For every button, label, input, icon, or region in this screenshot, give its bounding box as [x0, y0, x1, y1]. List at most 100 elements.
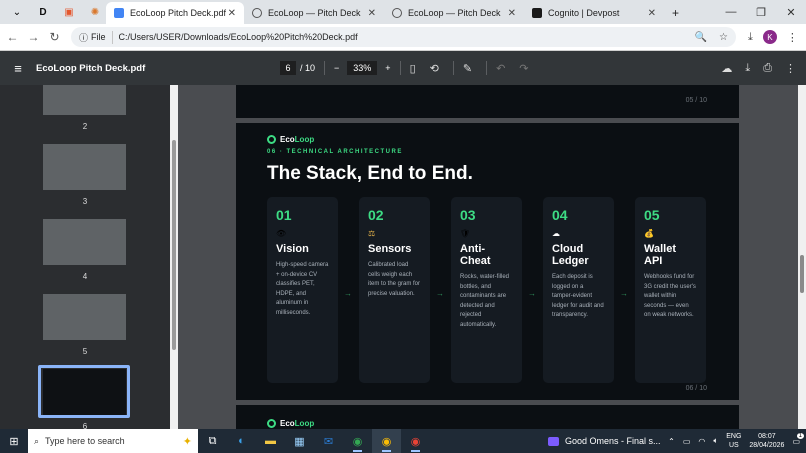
edge-icon[interactable]: ◐ — [227, 429, 256, 453]
print-icon[interactable]: ⎙ — [763, 62, 772, 75]
pinned-tab-app[interactable]: ▣ — [58, 3, 80, 21]
tab-devpost[interactable]: Cognito | Devpost ✕ — [524, 2, 664, 24]
chrome-profile-icon[interactable]: ◉ — [372, 429, 401, 453]
undo-icon[interactable]: ↶ — [496, 62, 505, 75]
pdf-document-area[interactable]: 05 / 10 Eco Loop 06 · TECHNICAL ARCHITECT… — [178, 85, 798, 429]
arrow-icon: → — [436, 289, 444, 298]
zoom-icon[interactable]: 🔍 — [695, 32, 707, 43]
tab-pitch-deck-2[interactable]: EcoLoop — Pitch Deck ✕ — [384, 2, 524, 24]
shield-icon: 🛡 — [460, 229, 471, 238]
new-tab-button[interactable]: + — [664, 2, 688, 24]
divider — [486, 61, 488, 75]
lang-bottom: US — [728, 442, 739, 449]
pdf-toolbar-right: ☁ ⤓ ⎙ ⋮ — [721, 62, 796, 75]
minimize-button[interactable]: — — [716, 6, 746, 18]
chevron-up-icon[interactable]: ⌃ — [668, 437, 675, 446]
card-description: Webhooks fund for 3G credit the user's w… — [644, 274, 696, 318]
tab-pitch-deck-1[interactable]: EcoLoop — Pitch Deck ✕ — [244, 2, 384, 24]
microsoft-store-icon[interactable]: ▦ — [285, 429, 314, 453]
hamburger-menu-icon[interactable]: ≡ — [0, 61, 36, 76]
pdf-toolbar: ≡ EcoLoop Pitch Deck.pdf 6 / 10 − 33% + … — [0, 51, 806, 85]
task-view-icon[interactable]: ⧉ — [198, 429, 227, 453]
bookmark-star-icon[interactable]: ☆ — [719, 32, 728, 43]
thumbnail-page-5[interactable] — [43, 294, 126, 340]
chrome-alt-profile-icon[interactable]: ◉ — [401, 429, 430, 453]
drive-save-icon[interactable]: ☁ — [721, 62, 732, 75]
sidebar-scroll-thumb[interactable] — [172, 140, 176, 350]
thumbnail-page-3[interactable] — [43, 144, 126, 190]
close-icon[interactable]: ✕ — [648, 8, 656, 19]
scale-icon: ⚖ — [368, 229, 376, 238]
media-widget[interactable]: Good Omens - Final s... — [548, 436, 661, 446]
download-pdf-icon[interactable]: ⤓ — [745, 62, 750, 75]
globe-icon — [252, 8, 262, 18]
card-number: 03 — [460, 207, 476, 223]
site-info-chip[interactable]: ⓘ File — [79, 30, 113, 44]
card-number: 05 — [644, 207, 660, 223]
tab-strip: ⌄ D ▣ ✺ EcoLoop Pitch Deck.pdf ✕ EcoLoop… — [0, 0, 806, 24]
windows-start-icon[interactable]: ⊞ — [0, 435, 28, 448]
forward-icon[interactable]: → — [23, 30, 44, 44]
notification-icon[interactable]: ▭ 1 — [792, 432, 804, 446]
tab-pdf[interactable]: EcoLoop Pitch Deck.pdf ✕ — [106, 2, 244, 24]
card-description: Each deposit is logged on a tamper-evide… — [552, 274, 604, 318]
tab-title: EcoLoop — Pitch Deck — [408, 8, 501, 18]
zoom-out-icon[interactable]: − — [334, 63, 339, 73]
annotate-icon[interactable]: ✎ — [463, 62, 472, 75]
media-app-icon — [548, 436, 559, 446]
close-icon[interactable]: ✕ — [228, 8, 236, 19]
close-icon[interactable]: ✕ — [508, 8, 516, 19]
close-icon[interactable]: ✕ — [368, 8, 376, 19]
card-number: 04 — [552, 207, 568, 223]
card-title: Wallet API — [644, 243, 676, 267]
stack-card-sensors: 02 ⚖ Sensors Calibrated load cells weigh… — [359, 197, 430, 383]
reload-icon[interactable]: ↻ — [44, 30, 65, 44]
thumbnail-page-6[interactable] — [43, 369, 126, 415]
slide-page-number: 06 / 10 — [685, 385, 707, 392]
thumbnail-label: 5 — [82, 347, 88, 356]
kebab-menu-icon[interactable]: ⋮ — [787, 31, 798, 44]
more-options-icon[interactable]: ⋮ — [785, 62, 796, 75]
rotate-icon[interactable]: ⟲ — [430, 62, 439, 75]
search-placeholder: Type here to search — [45, 436, 125, 446]
language-indicator[interactable]: ENG US — [726, 432, 741, 450]
file-explorer-icon[interactable]: ▬ — [256, 429, 285, 453]
zoom-input[interactable]: 33% — [347, 61, 378, 75]
zoom-in-icon[interactable]: + — [385, 63, 390, 73]
document-scroll-thumb[interactable] — [800, 255, 804, 293]
cloud-icon: ☁ — [552, 229, 560, 238]
slide-page-5: 05 / 10 — [236, 85, 739, 118]
slide-page-7: Eco Loop — [236, 405, 739, 429]
maximize-button[interactable]: ❐ — [746, 6, 776, 19]
address-bar[interactable]: ⓘ File C:/Users/USER/Downloads/EcoLoop%2… — [71, 27, 736, 47]
back-icon[interactable]: ← — [2, 30, 23, 44]
url-text[interactable]: C:/Users/USER/Downloads/EcoLoop%20Pitch%… — [119, 32, 358, 42]
card-title: Anti-Cheat — [460, 243, 491, 267]
page-number-input[interactable]: 6 — [280, 61, 296, 75]
arrow-icon: → — [528, 289, 536, 298]
sidebar-scrollbar[interactable] — [170, 85, 178, 429]
globe-icon — [392, 8, 402, 18]
fit-page-icon[interactable]: ▯ — [410, 62, 416, 75]
outlook-icon[interactable]: ✉ — [314, 429, 343, 453]
profile-avatar[interactable]: K — [762, 30, 777, 44]
clock[interactable]: 08:07 28/04/2026 — [749, 432, 784, 450]
tab-search-button[interactable]: ⌄ — [6, 3, 28, 21]
volume-icon[interactable]: 🔈︎ — [713, 436, 718, 446]
wifi-icon[interactable]: ◠ — [698, 437, 705, 446]
close-window-button[interactable]: ✕ — [776, 6, 806, 19]
chrome-icon[interactable]: ◉ — [343, 429, 372, 453]
redo-icon[interactable]: ↷ — [519, 62, 528, 75]
document-scrollbar[interactable] — [798, 85, 806, 429]
thumbnail-page-2[interactable] — [43, 85, 126, 115]
battery-icon[interactable]: ▭ — [683, 437, 691, 446]
thumbnail-label: 2 — [82, 122, 88, 131]
thumbnail-page-4[interactable] — [43, 219, 126, 265]
thumbnail-sidebar: 2 3 4 5 6 — [0, 85, 170, 429]
pinned-tab-devpost[interactable]: D — [32, 3, 54, 21]
slide-title: The Stack, End to End. — [267, 163, 473, 184]
pinned-tab-claude[interactable]: ✺ — [84, 3, 106, 21]
download-icon[interactable]: ⤓ — [748, 31, 753, 44]
taskbar-search-box[interactable]: ⌕ Type here to search ✦ — [28, 429, 198, 453]
ecoloop-logo-icon — [267, 135, 276, 144]
